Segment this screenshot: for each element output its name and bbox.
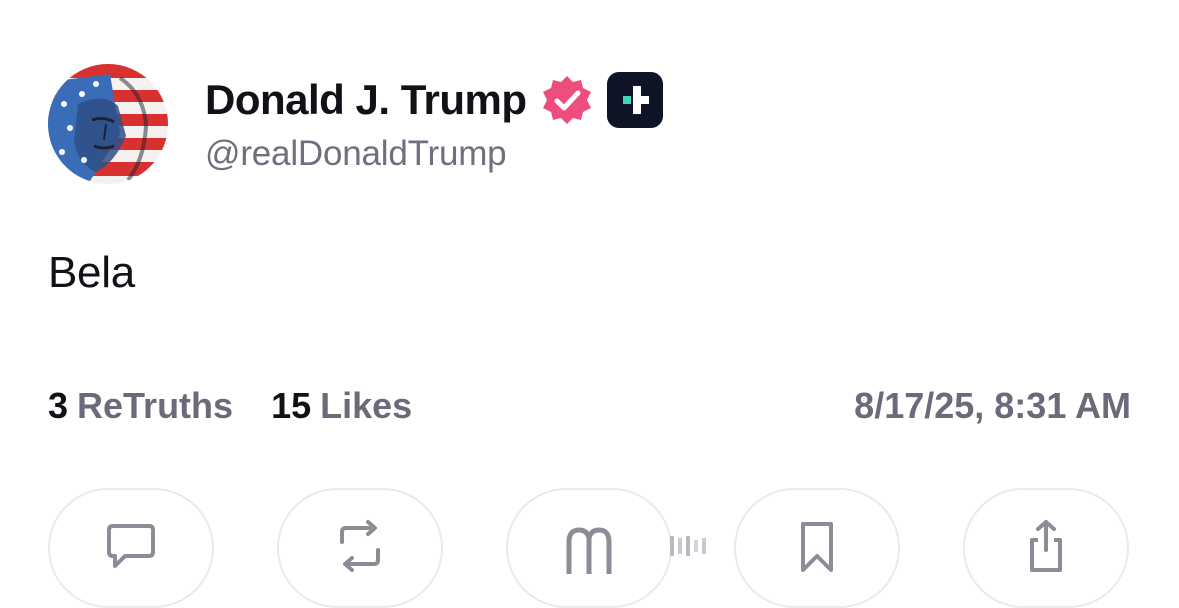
- comment-icon: [107, 524, 155, 568]
- like-button-decoration: [670, 536, 706, 556]
- post-header: Donald J. Trump @realDonaldTrump: [48, 64, 663, 184]
- post-stats-row: 3 ReTruths 15 Likes 8/17/25, 8:31 AM: [48, 384, 1131, 428]
- likes-count: 15: [271, 385, 312, 426]
- retruths-stat[interactable]: 3 ReTruths: [48, 385, 233, 427]
- author-display-name[interactable]: Donald J. Trump: [205, 76, 527, 124]
- retruths-label: ReTruths: [77, 385, 234, 426]
- truth-logo-icon: [566, 527, 612, 574]
- truth-plus-badge-icon: [606, 72, 663, 128]
- retruths-count: 3: [48, 385, 69, 426]
- author-identity: Donald J. Trump @realDonaldTrump: [205, 72, 663, 174]
- author-handle[interactable]: @realDonaldTrump: [205, 134, 663, 174]
- bookmark-icon: [801, 522, 833, 572]
- post-timestamp: 8/17/25, 8:31 AM: [854, 385, 1131, 426]
- flag-portrait-avatar: [48, 64, 168, 184]
- post-action-bar: [48, 488, 1132, 608]
- post-body-text: Bela: [48, 248, 135, 297]
- share-icon: [1030, 520, 1062, 572]
- bookmark-button[interactable]: [734, 488, 900, 608]
- author-name-row: Donald J. Trump: [205, 72, 663, 128]
- retruth-icon: [340, 520, 380, 572]
- author-avatar[interactable]: [48, 64, 168, 184]
- retruth-button[interactable]: [277, 488, 443, 608]
- share-button[interactable]: [963, 488, 1129, 608]
- likes-stat[interactable]: 15 Likes: [271, 385, 412, 427]
- verified-badge-icon: [539, 72, 595, 128]
- likes-label: Likes: [320, 385, 413, 426]
- reply-button[interactable]: [48, 488, 214, 608]
- like-button[interactable]: [506, 488, 706, 608]
